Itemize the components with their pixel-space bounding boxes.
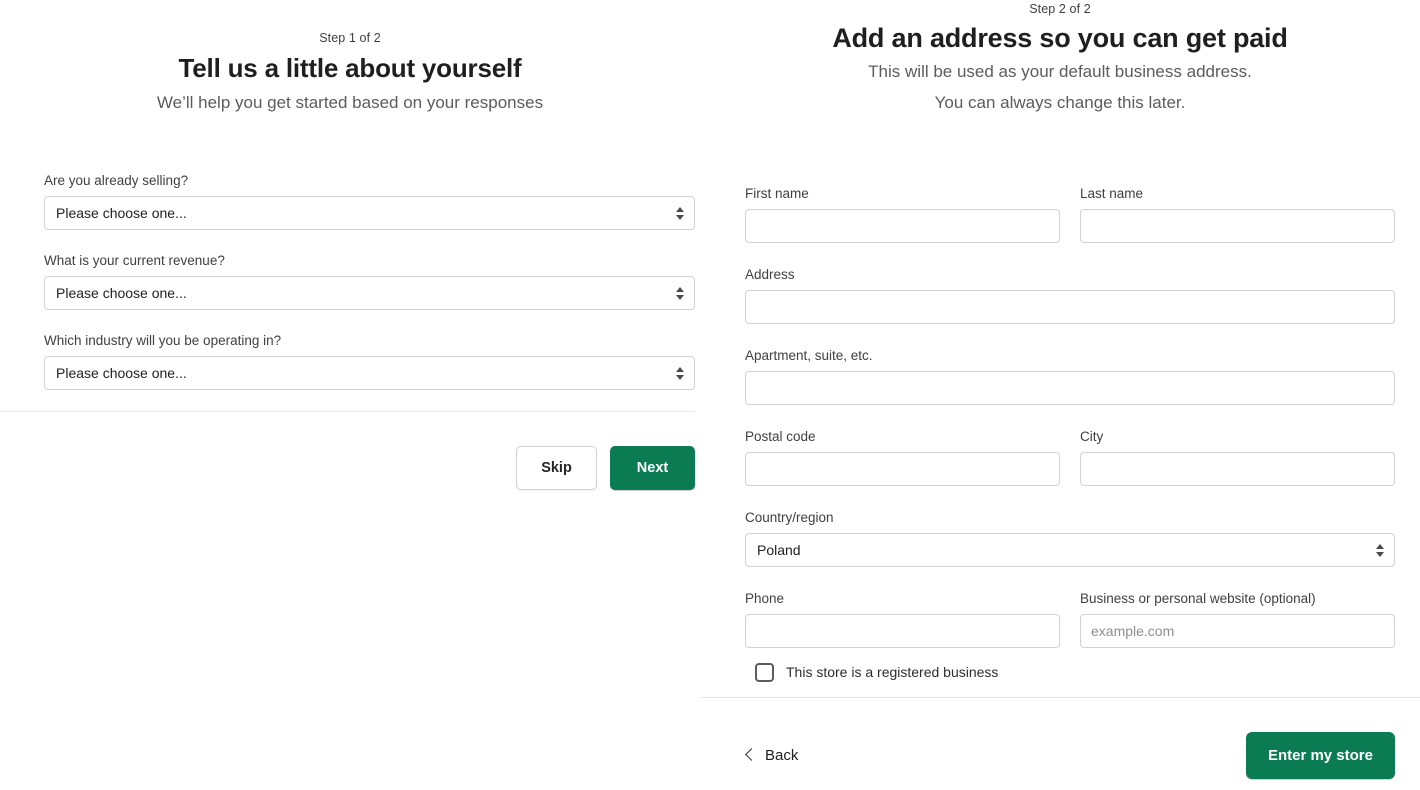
phone-website-row: Phone Business or personal website (opti… bbox=[745, 590, 1395, 648]
label-first-name: First name bbox=[745, 186, 809, 201]
step-1-divider bbox=[0, 411, 695, 412]
last-name-input[interactable] bbox=[1080, 209, 1395, 243]
address-input[interactable] bbox=[745, 290, 1395, 324]
label-postal-code: Postal code bbox=[745, 429, 816, 444]
step-2-title: Add an address so you can get paid bbox=[832, 23, 1288, 53]
field-first-name: First name bbox=[745, 185, 1060, 243]
step-1-indicator: Step 1 of 2 bbox=[319, 31, 381, 45]
label-last-name: Last name bbox=[1080, 186, 1144, 201]
step-2-subtitle-line-1: This will be used as your default busine… bbox=[868, 62, 1252, 81]
step-2-footer: Back Enter my store bbox=[745, 731, 1395, 779]
step-1-subtitle: We’ll help you get started based on your… bbox=[156, 93, 544, 112]
field-website: Business or personal website (optional) bbox=[1080, 590, 1395, 648]
country-region-select[interactable]: Poland bbox=[745, 533, 1395, 567]
step-2-header: Step 2 of 2 Add an address so you can ge… bbox=[700, 0, 1420, 117]
city-input[interactable] bbox=[1080, 452, 1395, 486]
registered-business-row[interactable]: This store is a registered business bbox=[745, 663, 1395, 682]
first-name-input[interactable] bbox=[745, 209, 1060, 243]
step-2-divider bbox=[700, 697, 1420, 698]
address-form: First name Last name Address Apartment, … bbox=[745, 185, 1395, 682]
field-last-name: Last name bbox=[1080, 185, 1395, 243]
label-phone: Phone bbox=[745, 591, 785, 606]
country-region-value[interactable]: Poland bbox=[745, 533, 1395, 567]
field-address: Address bbox=[745, 266, 1395, 324]
registered-business-label: This store is a registered business bbox=[786, 664, 999, 680]
select-industry-value[interactable]: Please choose one... bbox=[44, 356, 695, 390]
field-phone: Phone bbox=[745, 590, 1060, 648]
step-1-panel: Step 1 of 2 Tell us a little about yours… bbox=[0, 0, 700, 790]
phone-input[interactable] bbox=[745, 614, 1060, 648]
step-2-subtitle-line-2: You can always change this later. bbox=[934, 93, 1186, 112]
select-current-revenue[interactable]: Please choose one... bbox=[44, 276, 695, 310]
field-country-region: Country/region Poland bbox=[745, 509, 1395, 567]
enter-my-store-button[interactable]: Enter my store bbox=[1245, 731, 1395, 779]
label-address: Address bbox=[745, 267, 795, 282]
step-1-form: Are you already selling? Please choose o… bbox=[44, 172, 695, 390]
back-button-label: Back bbox=[765, 746, 799, 764]
step-2-indicator: Step 2 of 2 bbox=[1029, 2, 1091, 16]
field-industry: Which industry will you be operating in?… bbox=[44, 332, 695, 390]
skip-button[interactable]: Skip bbox=[516, 446, 597, 490]
label-apartment: Apartment, suite, etc. bbox=[745, 348, 873, 363]
label-industry: Which industry will you be operating in? bbox=[44, 333, 282, 348]
field-current-revenue: What is your current revenue? Please cho… bbox=[44, 252, 695, 310]
field-apartment: Apartment, suite, etc. bbox=[745, 347, 1395, 405]
onboarding-page: Step 1 of 2 Tell us a little about yours… bbox=[0, 0, 1420, 790]
select-industry[interactable]: Please choose one... bbox=[44, 356, 695, 390]
next-button[interactable]: Next bbox=[610, 446, 695, 490]
label-current-revenue: What is your current revenue? bbox=[44, 253, 225, 268]
back-button[interactable]: Back bbox=[745, 743, 800, 768]
website-input[interactable] bbox=[1080, 614, 1395, 648]
label-website: Business or personal website (optional) bbox=[1080, 591, 1316, 606]
label-city: City bbox=[1080, 429, 1104, 444]
select-already-selling-value[interactable]: Please choose one... bbox=[44, 196, 695, 230]
step-2-panel: Step 2 of 2 Add an address so you can ge… bbox=[700, 0, 1420, 790]
postal-city-row: Postal code City bbox=[745, 428, 1395, 486]
step-1-title: Tell us a little about yourself bbox=[178, 53, 522, 83]
step-1-actions: Skip Next bbox=[516, 446, 695, 490]
step-1-header: Step 1 of 2 Tell us a little about yours… bbox=[0, 0, 700, 117]
field-already-selling: Are you already selling? Please choose o… bbox=[44, 172, 695, 230]
select-already-selling[interactable]: Please choose one... bbox=[44, 196, 695, 230]
apartment-input[interactable] bbox=[745, 371, 1395, 405]
field-city: City bbox=[1080, 428, 1395, 486]
name-row: First name Last name bbox=[745, 185, 1395, 243]
select-current-revenue-value[interactable]: Please choose one... bbox=[44, 276, 695, 310]
label-country-region: Country/region bbox=[745, 510, 834, 525]
field-postal-code: Postal code bbox=[745, 428, 1060, 486]
postal-code-input[interactable] bbox=[745, 452, 1060, 486]
registered-business-checkbox[interactable] bbox=[755, 663, 774, 682]
label-already-selling: Are you already selling? bbox=[44, 173, 189, 188]
chevron-left-icon bbox=[745, 748, 758, 761]
